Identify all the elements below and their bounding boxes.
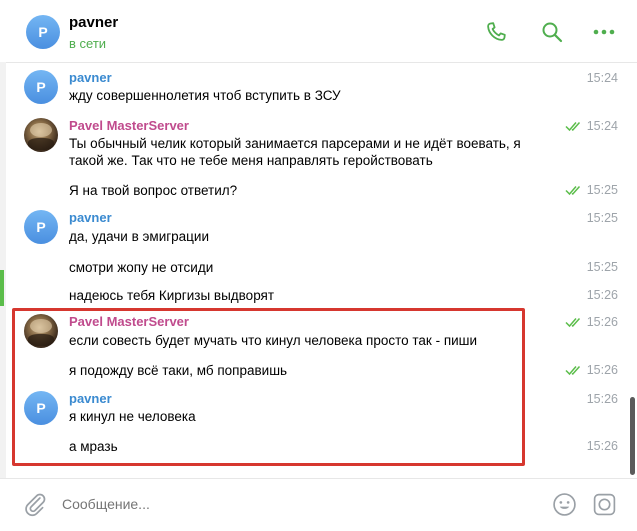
message-author[interactable]: Pavel MasterServer bbox=[69, 118, 189, 133]
double-check-icon bbox=[565, 122, 581, 132]
avatar-photo-highlight bbox=[30, 123, 52, 137]
message-text: Ты обычный челик который занимается парс… bbox=[69, 136, 521, 168]
message-text: надеюсь тебя Киргизы выдворят bbox=[69, 288, 275, 303]
avatar-letter: P bbox=[36, 400, 46, 416]
attach-icon[interactable] bbox=[22, 491, 48, 517]
message-time: 15:26 bbox=[586, 439, 618, 453]
avatar-letter: P bbox=[36, 219, 46, 235]
message-text: Я на твой вопрос ответил? bbox=[69, 183, 238, 198]
message-time: 15:26 bbox=[586, 363, 618, 377]
message-author[interactable]: pavner bbox=[69, 210, 112, 225]
avatar-photo-highlight bbox=[30, 319, 52, 333]
message-time: 15:25 bbox=[586, 183, 618, 197]
message-time: 15:26 bbox=[586, 392, 618, 406]
message-time: 15:24 bbox=[586, 71, 618, 85]
message-input[interactable] bbox=[62, 496, 502, 512]
search-icon[interactable] bbox=[540, 20, 564, 44]
avatar[interactable]: P bbox=[24, 70, 58, 104]
double-check-icon bbox=[565, 186, 581, 196]
message-composer bbox=[0, 478, 637, 531]
message-time: 15:25 bbox=[586, 211, 618, 225]
avatar[interactable] bbox=[24, 118, 58, 152]
avatar[interactable] bbox=[24, 314, 58, 348]
phone-icon[interactable] bbox=[484, 20, 508, 44]
message-text: да, удачи в эмиграции bbox=[69, 229, 209, 244]
message-author[interactable]: pavner bbox=[69, 70, 112, 85]
message-time: 15:25 bbox=[586, 260, 618, 274]
message-text: жду совершеннолетия чтоб вступить в ЗСУ bbox=[69, 88, 341, 103]
avatar[interactable]: P bbox=[24, 391, 58, 425]
message-text: я подожду всё таки, мб поправишь bbox=[69, 363, 288, 378]
more-icon[interactable] bbox=[592, 20, 616, 44]
avatar-letter: P bbox=[36, 79, 46, 95]
message-author[interactable]: Pavel MasterServer bbox=[69, 314, 189, 329]
avatar-letter: P bbox=[38, 24, 48, 40]
sticker-icon[interactable] bbox=[592, 492, 617, 517]
message-text: смотри жопу не отсиди bbox=[69, 260, 214, 275]
chat-header: P pavner в сети bbox=[0, 0, 637, 63]
message-time: 15:26 bbox=[586, 315, 618, 329]
double-check-icon bbox=[565, 318, 581, 328]
message-time: 15:26 bbox=[586, 288, 618, 302]
message-time: 15:24 bbox=[586, 119, 618, 133]
message-author[interactable]: pavner bbox=[69, 391, 112, 406]
chat-title[interactable]: pavner bbox=[69, 14, 118, 31]
message-text: а мразь bbox=[69, 439, 118, 454]
chat-status: в сети bbox=[69, 36, 107, 51]
double-check-icon bbox=[565, 366, 581, 376]
left-accent-bar bbox=[0, 270, 4, 306]
avatar-photo-shadow bbox=[28, 138, 54, 150]
emoji-icon[interactable] bbox=[552, 492, 577, 517]
avatar-photo-shadow bbox=[28, 334, 54, 346]
avatar[interactable]: P bbox=[24, 210, 58, 244]
scrollbar-thumb[interactable] bbox=[630, 397, 635, 475]
message-text: если совесть будет мучать что кинул чело… bbox=[69, 333, 478, 348]
header-avatar[interactable]: P bbox=[26, 15, 60, 49]
message-text: я кинул не человека bbox=[69, 409, 196, 424]
